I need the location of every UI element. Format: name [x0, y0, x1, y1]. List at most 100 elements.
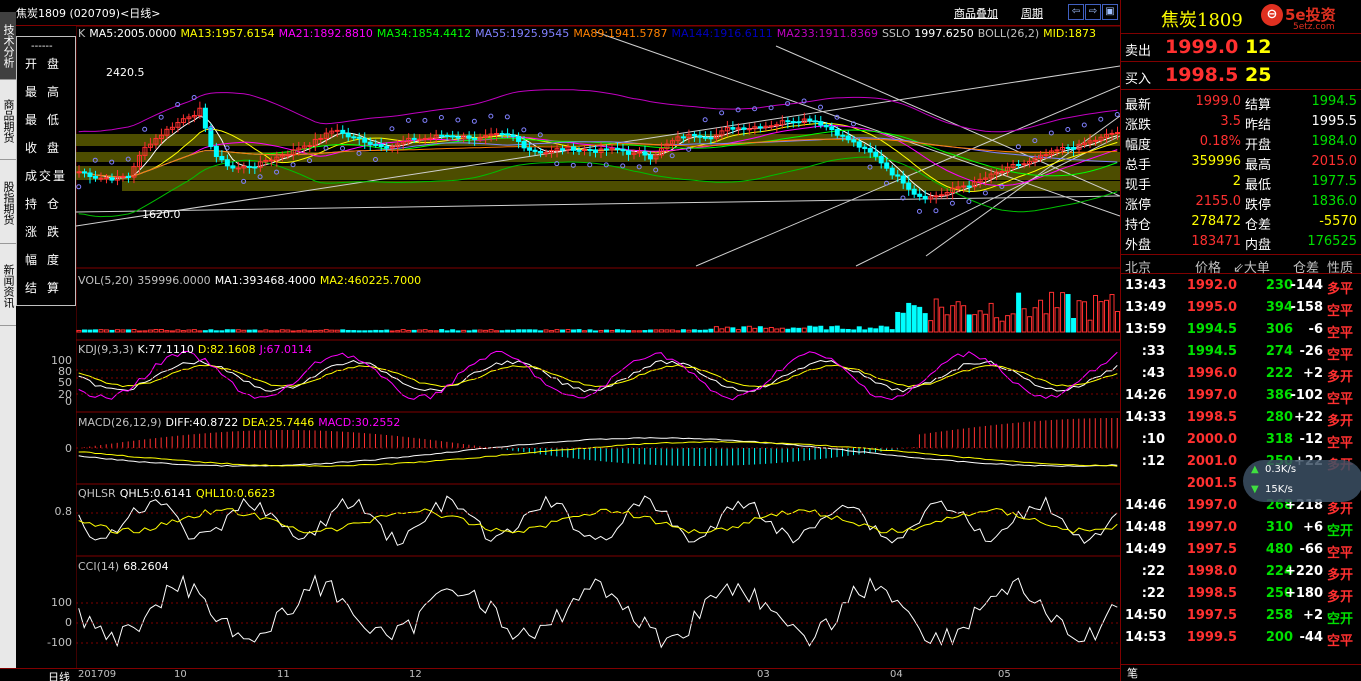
volume-legend: VOL(5,20) 359996.0000 MA1:393468.4000 MA2:4… — [78, 274, 425, 287]
volume-bar — [790, 327, 796, 333]
stat-value: 0.18% — [1199, 134, 1241, 149]
tick-row[interactable]: 14:48 1997.0 310 +6 空开 — [1121, 518, 1361, 539]
buy-volume: 25 — [1245, 64, 1272, 86]
stat-value: 3.5 — [1220, 114, 1241, 129]
volume-bar — [895, 311, 901, 333]
tick-row[interactable]: :22 1998.5 250 +180 多开 — [1121, 584, 1361, 605]
tick-header-price: 价格 — [1195, 261, 1222, 276]
volume-bar — [669, 329, 675, 333]
volume-bar — [900, 312, 906, 333]
candle-body — [807, 118, 813, 122]
contract-name: 焦炭1809 — [1161, 10, 1243, 31]
volume-bar — [647, 329, 653, 333]
macd-ylabel-0: 0 — [65, 442, 72, 455]
candle-body — [823, 124, 829, 128]
macd-dea-line — [78, 441, 1118, 467]
tick-row[interactable]: 13:59 1994.5 306 -6 空平 — [1121, 320, 1361, 341]
volume-bar — [796, 327, 802, 333]
buy-row: 买入 1998.5 25 — [1121, 62, 1361, 90]
volume-bar — [455, 330, 461, 333]
volume-bar — [939, 306, 945, 333]
compare-button[interactable]: 商品叠加 — [954, 5, 998, 21]
maximize-icon[interactable]: ▣ — [1102, 4, 1118, 20]
candle-body — [911, 188, 917, 195]
tick-price: 2000.0 — [1186, 432, 1237, 447]
candle-body — [538, 150, 544, 154]
volume-bar — [241, 329, 247, 333]
volume-bar — [1104, 299, 1110, 333]
tick-price: 1999.5 — [1186, 630, 1237, 645]
stat-row: 最新 1999.0 结算 1994.5 — [1121, 92, 1361, 113]
candle-body — [834, 129, 840, 136]
candle-body — [845, 135, 851, 141]
tick-row[interactable]: :43 1996.0 222 +2 多开 — [1121, 364, 1361, 385]
prev-icon[interactable]: ⇦ — [1068, 4, 1084, 20]
tick-type: 空平 — [1327, 348, 1354, 363]
period-label[interactable]: 日线 — [48, 669, 70, 681]
volume-bar — [1082, 301, 1088, 333]
tick-row[interactable]: :10 2000.0 318 -12 空平 — [1121, 430, 1361, 451]
tick-time: 14:48 — [1125, 520, 1167, 535]
tick-row[interactable]: 14:49 1997.5 480 -66 空平 — [1121, 540, 1361, 561]
candle-body — [829, 126, 835, 131]
tick-time: 14:46 — [1125, 498, 1167, 513]
tick-oi-change: -12 — [1299, 432, 1324, 447]
stat-row: 总手 359996 最高 2015.0 — [1121, 152, 1361, 173]
volume-bar — [554, 329, 560, 333]
candle-body — [966, 185, 972, 188]
tab-news[interactable]: 新闻资讯 — [0, 246, 16, 326]
period-button[interactable]: 周期 — [1021, 5, 1043, 21]
tick-row[interactable]: 14:33 1998.5 280 +22 多开 — [1121, 408, 1361, 429]
tick-row[interactable]: 14:26 1997.0 386 -102 空平 — [1121, 386, 1361, 407]
tick-type: 空开 — [1327, 524, 1354, 539]
tick-type: 多开 — [1327, 568, 1354, 583]
tick-row[interactable]: 13:43 1992.0 230 -144 多平 — [1121, 276, 1361, 297]
tick-row[interactable]: 13:49 1995.0 394 -158 空平 — [1121, 298, 1361, 319]
volume-bar — [450, 329, 456, 333]
volume-bar — [356, 330, 362, 333]
volume-bar — [944, 314, 950, 333]
tab-index-futures[interactable]: 股指期货 — [0, 162, 16, 244]
tick-header-volume[interactable]: ⇙大单 — [1233, 257, 1270, 276]
tick-price: 2001.5 — [1186, 476, 1237, 491]
info-label: 幅度 — [25, 253, 70, 267]
legend-item: 359996.0000 — [137, 274, 211, 287]
candle-body — [109, 177, 115, 181]
tab-ticks[interactable]: 笔 — [1127, 665, 1138, 681]
tick-row[interactable]: :22 1998.0 224 +220 多开 — [1121, 562, 1361, 583]
stat-value: 2155.0 — [1195, 194, 1242, 209]
stat-label: 涨停 — [1125, 198, 1152, 213]
candle-body — [741, 127, 747, 130]
qhl5-line — [78, 495, 1118, 546]
tick-oi-change: -6 — [1308, 322, 1323, 337]
candle-body — [362, 137, 368, 143]
tick-time: :22 — [1141, 586, 1165, 601]
tick-type: 多开 — [1327, 370, 1354, 385]
x-tick: 12 — [409, 669, 422, 680]
candle-body — [730, 127, 736, 130]
volume-bar — [186, 329, 192, 333]
sar-dot — [521, 127, 527, 133]
legend-item: D:82.1608 — [197, 343, 256, 356]
volume-bar — [560, 329, 566, 333]
candle-body — [246, 165, 252, 168]
tab-commodity-futures[interactable]: 商品期货 — [0, 82, 16, 160]
tab-technical-analysis[interactable]: 技术分析 — [0, 12, 16, 80]
volume-bar — [499, 330, 505, 333]
candle-body — [614, 147, 620, 150]
tick-oi-change: -66 — [1299, 542, 1324, 557]
tick-price: 1998.0 — [1186, 564, 1237, 579]
tick-time: 14:53 — [1125, 630, 1167, 645]
tick-row[interactable]: 14:53 1999.5 200 -44 空平 — [1121, 628, 1361, 649]
candle-body — [367, 141, 373, 145]
volume-bar — [840, 328, 846, 333]
volume-bar — [81, 329, 87, 333]
stat-value: 1994.5 — [1311, 94, 1358, 109]
volume-bar — [400, 329, 406, 333]
speed-widget[interactable]: ▲ 0.3K/s ▼ 15K/s — [1243, 460, 1361, 502]
tick-row[interactable]: 14:50 1997.5 258 +2 空开 — [1121, 606, 1361, 627]
volume-bar — [724, 326, 730, 333]
next-icon[interactable]: ⇨ — [1085, 4, 1101, 20]
tick-row[interactable]: :33 1994.5 274 -26 空平 — [1121, 342, 1361, 363]
candle-body — [318, 137, 324, 140]
